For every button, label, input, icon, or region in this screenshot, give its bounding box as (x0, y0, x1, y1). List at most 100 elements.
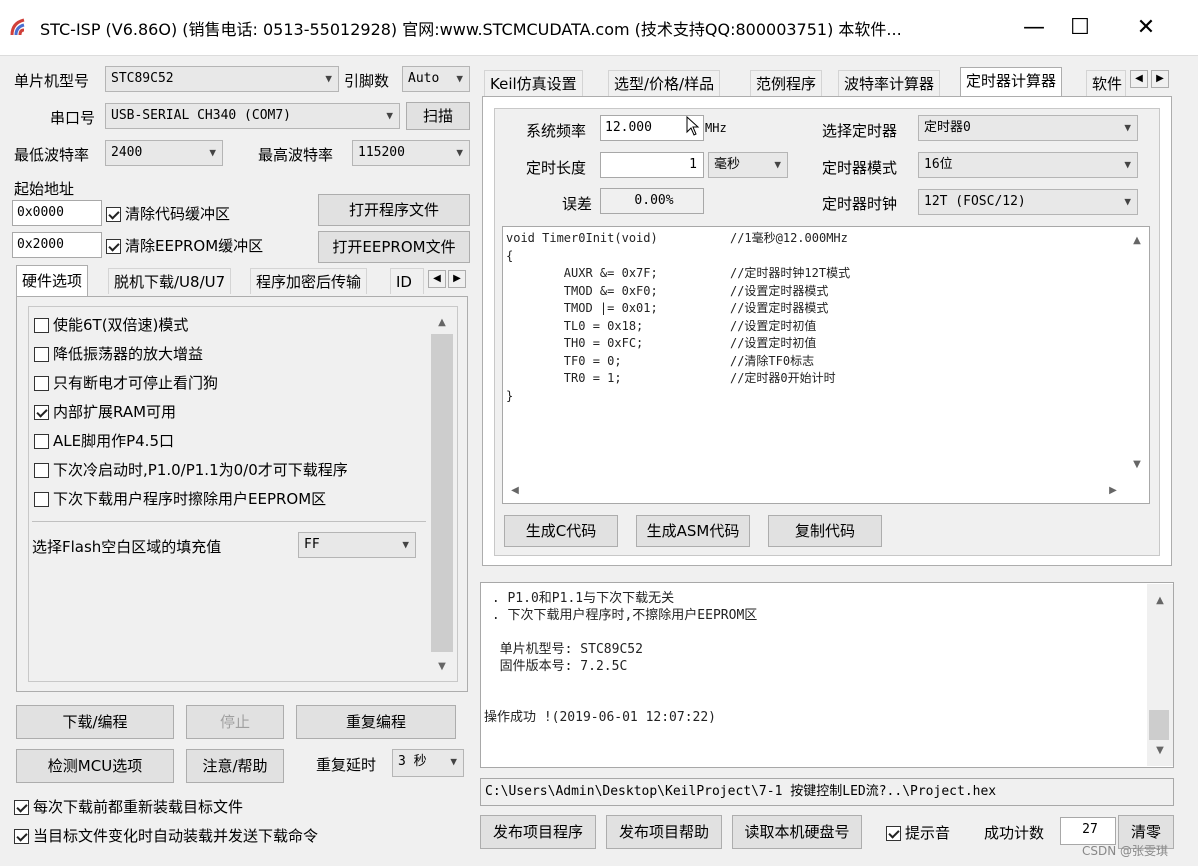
clear-code-checkbox[interactable]: 清除代码缓冲区 (106, 203, 230, 224)
publish-help-button[interactable]: 发布项目帮助 (606, 815, 722, 849)
select-timer-select[interactable]: 定时器0 ▼ (918, 115, 1138, 141)
path-field[interactable]: C:\Users\Admin\Desktop\KeilProject\7-1 按… (480, 778, 1174, 806)
length-input[interactable]: 1 (600, 152, 704, 178)
fill-select[interactable]: FF ▼ (298, 532, 416, 558)
error-value: 0.00% (600, 188, 704, 214)
error-label: 误差 (562, 195, 593, 213)
code-line: TH0 = 0xFC; //设置定时初值 (506, 336, 817, 350)
option-item[interactable]: 只有断电才可停止看门狗 (34, 372, 428, 401)
tab-timer-calc[interactable]: 定时器计算器 (960, 67, 1063, 96)
chevron-down-icon: ▼ (325, 72, 332, 85)
publish-program-button[interactable]: 发布项目程序 (480, 815, 596, 849)
scroll-up-icon[interactable]: ▲ (1153, 594, 1167, 608)
tab-scroll-left-icon[interactable]: ◀ (1130, 70, 1148, 88)
tab-scroll-right-icon[interactable]: ▶ (448, 270, 466, 288)
mcu-select[interactable]: STC89C52 ▼ (105, 66, 339, 92)
chevron-down-icon: ▼ (456, 146, 463, 159)
prompt-checkbox[interactable]: 提示音 (886, 822, 950, 843)
copy-code-button[interactable]: 复制代码 (768, 515, 882, 547)
code-line: AUXR &= 0x7F; //定时器时钟12T模式 (506, 266, 851, 280)
scroll-down-icon[interactable]: ▼ (1130, 458, 1144, 472)
gen-asm-button[interactable]: 生成ASM代码 (636, 515, 750, 547)
open-eeprom-button[interactable]: 打开EEPROM文件 (318, 231, 470, 263)
option-item[interactable]: 内部扩展RAM可用 (34, 401, 428, 430)
checkbox-icon (34, 434, 49, 449)
tab-keil[interactable]: Keil仿真设置 (484, 70, 583, 96)
log-line: 单片机型号: STC89C52 (484, 642, 643, 657)
scroll-left-icon[interactable]: ◀ (508, 484, 522, 498)
autoload-checkbox[interactable]: 当目标文件变化时自动装载并发送下载命令 (14, 825, 318, 846)
read-disk-button[interactable]: 读取本机硬盘号 (732, 815, 862, 849)
min-baud-select[interactable]: 2400 ▼ (105, 140, 223, 166)
option-item[interactable]: 下次下载用户程序时擦除用户EEPROM区 (34, 488, 428, 517)
tab-software[interactable]: 软件 (1086, 70, 1126, 96)
tab-baud-calc[interactable]: 波特率计算器 (838, 70, 941, 96)
fill-label: 选择Flash空白区域的填充值 (32, 538, 222, 556)
checkbox-icon (34, 463, 49, 478)
scroll-up-icon[interactable]: ▲ (435, 316, 449, 330)
scroll-up-icon[interactable]: ▲ (1130, 234, 1144, 248)
addr1-input[interactable]: 0x0000 (12, 200, 102, 226)
log-line: 固件版本号: 7.2.5C (484, 659, 628, 674)
checkbox-icon (34, 318, 49, 333)
log-line: 操作成功 !(2019-06-01 12:07:22) (484, 710, 717, 725)
max-baud-select[interactable]: 115200 ▼ (352, 140, 470, 166)
tab-scroll-right-icon[interactable]: ▶ (1151, 70, 1169, 88)
port-label: 串口号 (50, 109, 96, 127)
tab-examples[interactable]: 范例程序 (750, 70, 823, 96)
option-label: 下次冷启动时,P1.0/P1.1为0/0才可下载程序 (53, 461, 348, 479)
stop-button[interactable]: 停止 (186, 705, 284, 739)
maximize-button[interactable]: ☐ (1058, 8, 1102, 48)
timer-mode-value: 16位 (924, 157, 953, 172)
options-scroll-thumb[interactable] (431, 334, 453, 652)
repeat-delay-label: 重复延时 (316, 756, 377, 774)
clear-eeprom-label: 清除EEPROM缓冲区 (125, 237, 264, 255)
download-button[interactable]: 下载/编程 (16, 705, 174, 739)
watermark: CSDN @张雯琪 (1082, 844, 1169, 858)
option-item[interactable]: ALE脚用作P4.5口 (34, 430, 428, 459)
pin-select[interactable]: Auto ▼ (402, 66, 470, 92)
option-item[interactable]: 使能6T(双倍速)模式 (34, 314, 428, 343)
clear-code-label: 清除代码缓冲区 (125, 205, 231, 223)
reprogram-button[interactable]: 重复编程 (296, 705, 456, 739)
addr2-input[interactable]: 0x2000 (12, 232, 102, 258)
length-label: 定时长度 (526, 159, 587, 177)
minimize-button[interactable]: — (1012, 8, 1056, 48)
option-item[interactable]: 降低振荡器的放大增益 (34, 343, 428, 372)
app-icon (10, 17, 32, 37)
pin-label: 引脚数 (344, 72, 390, 90)
prompt-label: 提示音 (905, 824, 951, 842)
tab-encrypt[interactable]: 程序加密后传输 (250, 268, 368, 294)
timer-mode-select[interactable]: 16位 ▼ (918, 152, 1138, 178)
clear-eeprom-checkbox[interactable]: 清除EEPROM缓冲区 (106, 235, 263, 256)
code-line: TMOD &= 0xF0; //设置定时器模式 (506, 283, 829, 298)
log-line: . P1.0和P1.1与下次下载无关 (484, 591, 675, 606)
checkbox-checked-icon (106, 239, 121, 254)
max-baud-value: 115200 (358, 145, 405, 160)
tab-scroll-left-icon[interactable]: ◀ (428, 270, 446, 288)
option-item[interactable]: 下次冷启动时,P1.0/P1.1为0/0才可下载程序 (34, 459, 428, 488)
help-button[interactable]: 注意/帮助 (186, 749, 284, 783)
repeat-delay-select[interactable]: 3 秒 ▼ (392, 749, 464, 777)
scroll-down-icon[interactable]: ▼ (435, 660, 449, 674)
tab-selection[interactable]: 选型/价格/样品 (608, 70, 721, 96)
length-unit-select[interactable]: 毫秒 ▼ (708, 152, 788, 178)
pin-value: Auto (408, 71, 440, 86)
port-select[interactable]: USB-SERIAL CH340 (COM7) ▼ (105, 103, 400, 129)
open-program-button[interactable]: 打开程序文件 (318, 194, 470, 226)
detect-mcu-button[interactable]: 检测MCU选项 (16, 749, 174, 783)
timer-clock-select[interactable]: 12T (FOSC/12) ▼ (918, 189, 1138, 215)
tab-id[interactable]: ID (390, 268, 424, 294)
scan-button[interactable]: 扫描 (406, 102, 470, 130)
checkbox-checked-icon (14, 829, 29, 844)
tab-offline[interactable]: 脱机下载/U8/U7 (108, 268, 232, 294)
reload-checkbox[interactable]: 每次下载前都重新装载目标文件 (14, 796, 243, 817)
tab-hardware[interactable]: 硬件选项 (16, 265, 89, 297)
log-scroll-thumb[interactable] (1149, 710, 1169, 740)
scroll-right-icon[interactable]: ▶ (1106, 484, 1120, 498)
scroll-down-icon[interactable]: ▼ (1153, 744, 1167, 758)
gen-c-button[interactable]: 生成C代码 (504, 515, 618, 547)
option-label: 使能6T(双倍速)模式 (53, 316, 189, 334)
close-button[interactable]: ✕ (1124, 8, 1168, 48)
